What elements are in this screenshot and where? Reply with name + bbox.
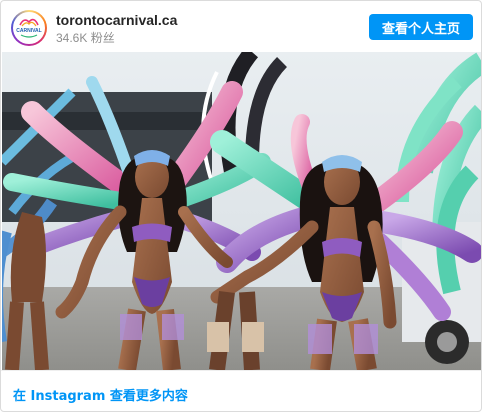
view-profile-button[interactable]: 查看个人主页 xyxy=(369,14,473,40)
carnival-photo-image xyxy=(2,52,481,370)
footer-divider xyxy=(1,370,481,371)
account-name[interactable]: torontocarnival.ca xyxy=(56,12,177,28)
carnival-logo-icon: CARNIVAL xyxy=(13,12,45,44)
view-more-on-instagram-link[interactable]: 在 Instagram 查看更多内容 xyxy=(13,385,188,404)
post-photo[interactable] xyxy=(2,52,481,370)
followers-count: 34.6K 粉丝 xyxy=(56,31,115,45)
post-header: CARNIVAL torontocarnival.ca 34.6K 粉丝 查看个… xyxy=(1,1,481,53)
svg-text:CARNIVAL: CARNIVAL xyxy=(16,28,41,34)
instagram-embed: CARNIVAL torontocarnival.ca 34.6K 粉丝 查看个… xyxy=(0,0,482,412)
avatar[interactable]: CARNIVAL xyxy=(11,10,47,46)
